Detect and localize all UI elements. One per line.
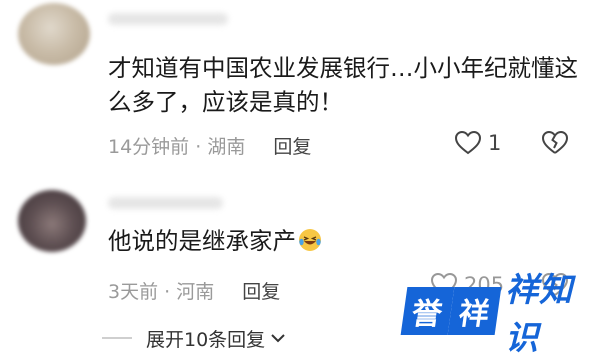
watermark-box: 誉 [400, 287, 454, 335]
watermark-box: 祥 [447, 287, 501, 335]
watermark-char-1: 誉 [409, 297, 445, 332]
comment-meta: 3天前 · 河南 回复 [108, 281, 281, 303]
watermark-logo: 誉 祥 祥知识 [400, 270, 600, 357]
heart-icon [454, 130, 482, 155]
comment-meta: 14分钟前 · 湖南 回复 [108, 136, 312, 158]
like-count: 1 [488, 131, 502, 155]
chevron-down-icon [271, 334, 285, 343]
expand-replies-label: 展开10条回复 [146, 328, 266, 351]
reply-button[interactable]: 回复 [273, 136, 311, 158]
expand-replies-button[interactable]: 展开10条回复 [102, 323, 287, 353]
dislike-button[interactable] [541, 130, 569, 156]
like-button[interactable]: 1 [454, 130, 501, 156]
username-blurred[interactable] [108, 197, 223, 209]
comment-text: 才知道有中国农业发展银行…小小年纪就懂这么多了，应该是真的！ [108, 54, 578, 116]
watermark-char-2: 祥 [455, 297, 491, 332]
comment-location: 河南 [176, 281, 215, 303]
reply-button[interactable]: 回复 [242, 281, 280, 303]
comment-location: 湖南 [207, 136, 246, 158]
avatar[interactable] [18, 3, 90, 65]
comment-text: 他说的是继承家产 [108, 224, 578, 258]
avatar[interactable] [18, 190, 86, 252]
watermark-text: 祥知识 [505, 270, 574, 357]
broken-heart-icon [541, 130, 569, 154]
username-blurred[interactable] [108, 13, 228, 25]
comment-time: 3天前 [108, 281, 159, 303]
laughing-tears-emoji [299, 229, 321, 251]
divider [102, 337, 132, 339]
comment-time: 14分钟前 [108, 136, 190, 158]
